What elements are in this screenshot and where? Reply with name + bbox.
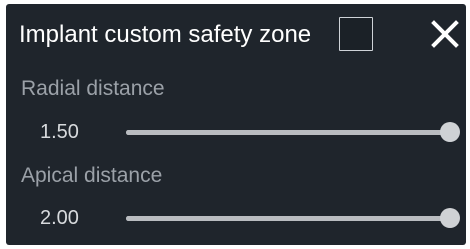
apical-distance-slider[interactable] <box>118 205 460 231</box>
slider-track <box>126 216 450 221</box>
panel-title: Implant custom safety zone <box>19 21 312 48</box>
apical-distance-value: 2.00 <box>40 207 79 229</box>
slider-track <box>126 130 450 135</box>
slider-fill <box>126 130 450 135</box>
panel-header: Implant custom safety zone <box>6 4 466 64</box>
safety-zone-panel: Implant custom safety zone Radial distan… <box>6 4 466 245</box>
slider-thumb[interactable] <box>440 208 460 228</box>
enable-safety-zone-checkbox[interactable] <box>339 17 373 51</box>
radial-distance-label: Radial distance <box>21 77 165 100</box>
slider-thumb[interactable] <box>440 122 460 142</box>
radial-distance-slider[interactable] <box>118 119 460 145</box>
close-icon <box>431 20 459 48</box>
apical-distance-label: Apical distance <box>21 164 163 187</box>
close-button[interactable] <box>429 18 461 50</box>
slider-fill <box>126 216 450 221</box>
radial-distance-value: 1.50 <box>40 121 79 143</box>
